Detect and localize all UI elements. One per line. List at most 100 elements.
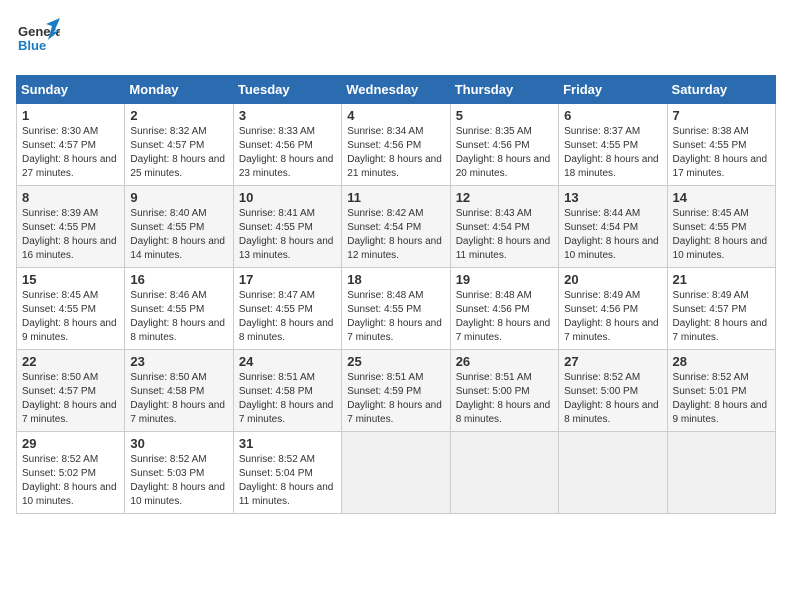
day-number: 12: [456, 190, 553, 205]
calendar-cell: 21 Sunrise: 8:49 AMSunset: 4:57 PMDaylig…: [667, 268, 775, 350]
day-number: 23: [130, 354, 227, 369]
calendar-cell: 14 Sunrise: 8:45 AMSunset: 4:55 PMDaylig…: [667, 186, 775, 268]
calendar-cell: 3 Sunrise: 8:33 AMSunset: 4:56 PMDayligh…: [233, 104, 341, 186]
calendar-cell: 6 Sunrise: 8:37 AMSunset: 4:55 PMDayligh…: [559, 104, 667, 186]
day-number: 9: [130, 190, 227, 205]
calendar-cell: 2 Sunrise: 8:32 AMSunset: 4:57 PMDayligh…: [125, 104, 233, 186]
page-header: General Blue: [16, 16, 776, 65]
cell-info: Sunrise: 8:44 AMSunset: 4:54 PMDaylight:…: [564, 208, 659, 261]
cell-info: Sunrise: 8:42 AMSunset: 4:54 PMDaylight:…: [347, 208, 442, 261]
calendar-cell: 8 Sunrise: 8:39 AMSunset: 4:55 PMDayligh…: [17, 186, 125, 268]
calendar-cell: 26 Sunrise: 8:51 AMSunset: 5:00 PMDaylig…: [450, 350, 558, 432]
cell-info: Sunrise: 8:49 AMSunset: 4:56 PMDaylight:…: [564, 290, 659, 343]
calendar-cell: 9 Sunrise: 8:40 AMSunset: 4:55 PMDayligh…: [125, 186, 233, 268]
day-number: 5: [456, 108, 553, 123]
day-number: 4: [347, 108, 444, 123]
day-number: 20: [564, 272, 661, 287]
calendar-header-row: SundayMondayTuesdayWednesdayThursdayFrid…: [17, 76, 776, 104]
day-number: 29: [22, 436, 119, 451]
day-number: 22: [22, 354, 119, 369]
calendar-week-2: 8 Sunrise: 8:39 AMSunset: 4:55 PMDayligh…: [17, 186, 776, 268]
cell-info: Sunrise: 8:45 AMSunset: 4:55 PMDaylight:…: [22, 290, 117, 343]
calendar-cell: 20 Sunrise: 8:49 AMSunset: 4:56 PMDaylig…: [559, 268, 667, 350]
cell-info: Sunrise: 8:46 AMSunset: 4:55 PMDaylight:…: [130, 290, 225, 343]
cell-info: Sunrise: 8:30 AMSunset: 4:57 PMDaylight:…: [22, 126, 117, 179]
calendar-cell: 22 Sunrise: 8:50 AMSunset: 4:57 PMDaylig…: [17, 350, 125, 432]
cell-info: Sunrise: 8:51 AMSunset: 4:59 PMDaylight:…: [347, 372, 442, 425]
header-wednesday: Wednesday: [342, 76, 450, 104]
cell-info: Sunrise: 8:37 AMSunset: 4:55 PMDaylight:…: [564, 126, 659, 179]
cell-info: Sunrise: 8:38 AMSunset: 4:55 PMDaylight:…: [673, 126, 768, 179]
calendar-cell: 5 Sunrise: 8:35 AMSunset: 4:56 PMDayligh…: [450, 104, 558, 186]
calendar-table: SundayMondayTuesdayWednesdayThursdayFrid…: [16, 75, 776, 514]
calendar-cell: 13 Sunrise: 8:44 AMSunset: 4:54 PMDaylig…: [559, 186, 667, 268]
day-number: 1: [22, 108, 119, 123]
cell-info: Sunrise: 8:32 AMSunset: 4:57 PMDaylight:…: [130, 126, 225, 179]
calendar-cell: 23 Sunrise: 8:50 AMSunset: 4:58 PMDaylig…: [125, 350, 233, 432]
calendar-cell: 29 Sunrise: 8:52 AMSunset: 5:02 PMDaylig…: [17, 432, 125, 514]
day-number: 2: [130, 108, 227, 123]
header-sunday: Sunday: [17, 76, 125, 104]
cell-info: Sunrise: 8:48 AMSunset: 4:56 PMDaylight:…: [456, 290, 551, 343]
cell-info: Sunrise: 8:43 AMSunset: 4:54 PMDaylight:…: [456, 208, 551, 261]
calendar-cell: 16 Sunrise: 8:46 AMSunset: 4:55 PMDaylig…: [125, 268, 233, 350]
calendar-week-1: 1 Sunrise: 8:30 AMSunset: 4:57 PMDayligh…: [17, 104, 776, 186]
calendar-cell: [342, 432, 450, 514]
cell-info: Sunrise: 8:47 AMSunset: 4:55 PMDaylight:…: [239, 290, 334, 343]
cell-info: Sunrise: 8:41 AMSunset: 4:55 PMDaylight:…: [239, 208, 334, 261]
calendar-cell: 31 Sunrise: 8:52 AMSunset: 5:04 PMDaylig…: [233, 432, 341, 514]
calendar-cell: 28 Sunrise: 8:52 AMSunset: 5:01 PMDaylig…: [667, 350, 775, 432]
calendar-cell: 10 Sunrise: 8:41 AMSunset: 4:55 PMDaylig…: [233, 186, 341, 268]
cell-info: Sunrise: 8:51 AMSunset: 5:00 PMDaylight:…: [456, 372, 551, 425]
logo-icon: General Blue: [16, 16, 60, 60]
calendar-cell: 4 Sunrise: 8:34 AMSunset: 4:56 PMDayligh…: [342, 104, 450, 186]
day-number: 17: [239, 272, 336, 287]
day-number: 13: [564, 190, 661, 205]
calendar-cell: 1 Sunrise: 8:30 AMSunset: 4:57 PMDayligh…: [17, 104, 125, 186]
day-number: 10: [239, 190, 336, 205]
cell-info: Sunrise: 8:35 AMSunset: 4:56 PMDaylight:…: [456, 126, 551, 179]
day-number: 18: [347, 272, 444, 287]
calendar-cell: 15 Sunrise: 8:45 AMSunset: 4:55 PMDaylig…: [17, 268, 125, 350]
calendar-week-5: 29 Sunrise: 8:52 AMSunset: 5:02 PMDaylig…: [17, 432, 776, 514]
cell-info: Sunrise: 8:34 AMSunset: 4:56 PMDaylight:…: [347, 126, 442, 179]
calendar-cell: 30 Sunrise: 8:52 AMSunset: 5:03 PMDaylig…: [125, 432, 233, 514]
day-number: 30: [130, 436, 227, 451]
day-number: 28: [673, 354, 770, 369]
day-number: 31: [239, 436, 336, 451]
header-thursday: Thursday: [450, 76, 558, 104]
cell-info: Sunrise: 8:52 AMSunset: 5:03 PMDaylight:…: [130, 454, 225, 507]
calendar-cell: 25 Sunrise: 8:51 AMSunset: 4:59 PMDaylig…: [342, 350, 450, 432]
logo: General Blue: [16, 16, 60, 65]
calendar-cell: 7 Sunrise: 8:38 AMSunset: 4:55 PMDayligh…: [667, 104, 775, 186]
day-number: 8: [22, 190, 119, 205]
cell-info: Sunrise: 8:51 AMSunset: 4:58 PMDaylight:…: [239, 372, 334, 425]
day-number: 26: [456, 354, 553, 369]
header-tuesday: Tuesday: [233, 76, 341, 104]
cell-info: Sunrise: 8:45 AMSunset: 4:55 PMDaylight:…: [673, 208, 768, 261]
calendar-cell: 18 Sunrise: 8:48 AMSunset: 4:55 PMDaylig…: [342, 268, 450, 350]
day-number: 3: [239, 108, 336, 123]
cell-info: Sunrise: 8:39 AMSunset: 4:55 PMDaylight:…: [22, 208, 117, 261]
header-monday: Monday: [125, 76, 233, 104]
day-number: 6: [564, 108, 661, 123]
cell-info: Sunrise: 8:52 AMSunset: 5:01 PMDaylight:…: [673, 372, 768, 425]
day-number: 16: [130, 272, 227, 287]
cell-info: Sunrise: 8:52 AMSunset: 5:00 PMDaylight:…: [564, 372, 659, 425]
calendar-cell: 17 Sunrise: 8:47 AMSunset: 4:55 PMDaylig…: [233, 268, 341, 350]
cell-info: Sunrise: 8:50 AMSunset: 4:58 PMDaylight:…: [130, 372, 225, 425]
cell-info: Sunrise: 8:40 AMSunset: 4:55 PMDaylight:…: [130, 208, 225, 261]
day-number: 25: [347, 354, 444, 369]
calendar-cell: 24 Sunrise: 8:51 AMSunset: 4:58 PMDaylig…: [233, 350, 341, 432]
cell-info: Sunrise: 8:52 AMSunset: 5:04 PMDaylight:…: [239, 454, 334, 507]
svg-text:Blue: Blue: [18, 38, 46, 53]
calendar-week-4: 22 Sunrise: 8:50 AMSunset: 4:57 PMDaylig…: [17, 350, 776, 432]
day-number: 21: [673, 272, 770, 287]
calendar-cell: [667, 432, 775, 514]
cell-info: Sunrise: 8:48 AMSunset: 4:55 PMDaylight:…: [347, 290, 442, 343]
day-number: 27: [564, 354, 661, 369]
day-number: 15: [22, 272, 119, 287]
cell-info: Sunrise: 8:49 AMSunset: 4:57 PMDaylight:…: [673, 290, 768, 343]
calendar-week-3: 15 Sunrise: 8:45 AMSunset: 4:55 PMDaylig…: [17, 268, 776, 350]
day-number: 7: [673, 108, 770, 123]
